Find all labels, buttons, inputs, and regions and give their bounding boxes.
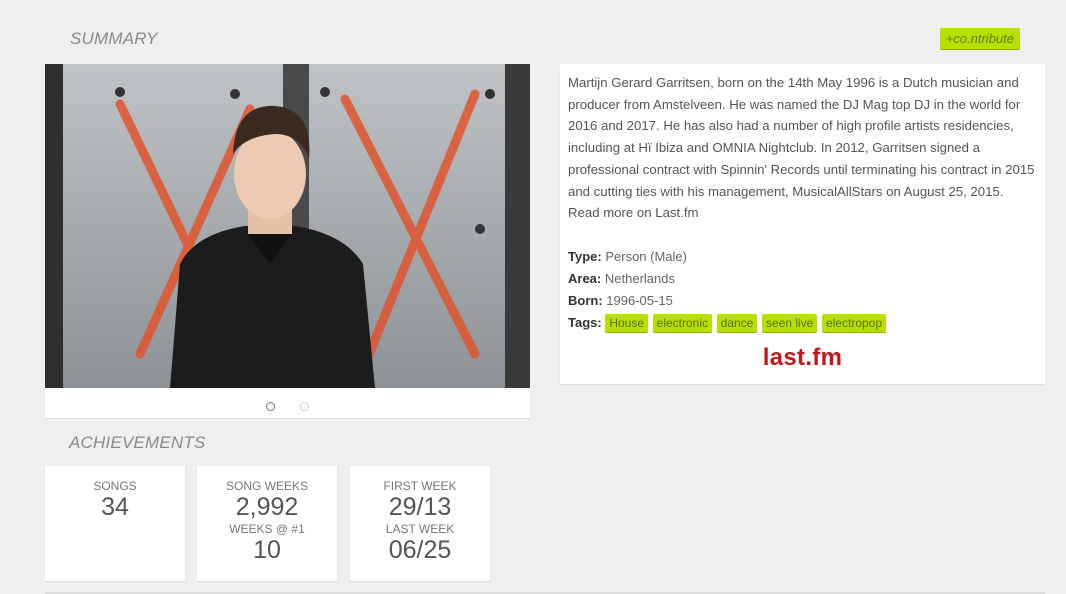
tags-label: Tags:	[568, 315, 602, 330]
born-row: Born: 1996-05-15	[568, 290, 887, 312]
song-weeks-card: SONG WEEKS 2,992 WEEKS @ #1 10	[197, 466, 337, 581]
tag[interactable]: House	[605, 314, 649, 332]
area-label: Area:	[568, 271, 602, 286]
songs-value: 34	[101, 493, 129, 521]
carousel-dots	[45, 398, 530, 416]
bio-card: Martijn Gerard Garritsen, born on the 14…	[560, 64, 1045, 384]
tags-row: Tags: House electronic dance seen live e…	[568, 312, 887, 334]
first-week-value: 29/13	[388, 493, 452, 521]
weeks-at-1-label: WEEKS @ #1	[229, 522, 305, 536]
last-week-label: LAST WEEK	[385, 522, 455, 536]
born-label: Born:	[568, 293, 603, 308]
born-value: 1996-05-15	[606, 293, 673, 308]
type-value: Person (Male)	[605, 249, 687, 264]
tag[interactable]: electronic	[652, 314, 713, 332]
artist-photo-graphic	[45, 64, 530, 388]
tag[interactable]: dance	[716, 314, 758, 332]
area-value: Netherlands	[604, 271, 675, 286]
last-week-value: 06/25	[388, 536, 452, 564]
songs-card: SONGS 34	[45, 466, 185, 581]
lastfm-logo[interactable]: last.fm	[560, 344, 1045, 372]
song-weeks-value: 2,992	[235, 493, 299, 521]
song-weeks-label: SONG WEEKS	[225, 479, 308, 493]
bio-text: Martijn Gerard Garritsen, born on the 14…	[568, 75, 1035, 221]
type-label: Type:	[568, 249, 602, 264]
photo-carousel	[45, 64, 530, 418]
contribute-button[interactable]: +co.ntribute	[939, 28, 1020, 49]
carousel-dot-2[interactable]	[299, 402, 309, 411]
type-row: Type: Person (Male)	[568, 246, 887, 268]
artist-photo[interactable]	[45, 64, 530, 388]
weeks-at-1-value: 10	[253, 536, 281, 564]
carousel-dot-1[interactable]	[266, 402, 276, 411]
summary-heading: SUMMARY	[70, 29, 158, 48]
area-row: Area: Netherlands	[568, 268, 887, 290]
songs-label: SONGS	[93, 479, 137, 493]
tag[interactable]: seen live	[761, 314, 818, 332]
artist-facts: Type: Person (Male) Area: Netherlands Bo…	[568, 246, 887, 334]
artist-summary-page: SUMMARY +co.ntribute Martijn Gerard Garr…	[0, 0, 1066, 594]
tag[interactable]: electropop	[821, 314, 887, 332]
first-last-week-card: FIRST WEEK 29/13 LAST WEEK 06/25	[350, 466, 490, 581]
first-week-label: FIRST WEEK	[383, 479, 457, 493]
achievements-heading: ACHIEVEMENTS	[69, 433, 206, 452]
